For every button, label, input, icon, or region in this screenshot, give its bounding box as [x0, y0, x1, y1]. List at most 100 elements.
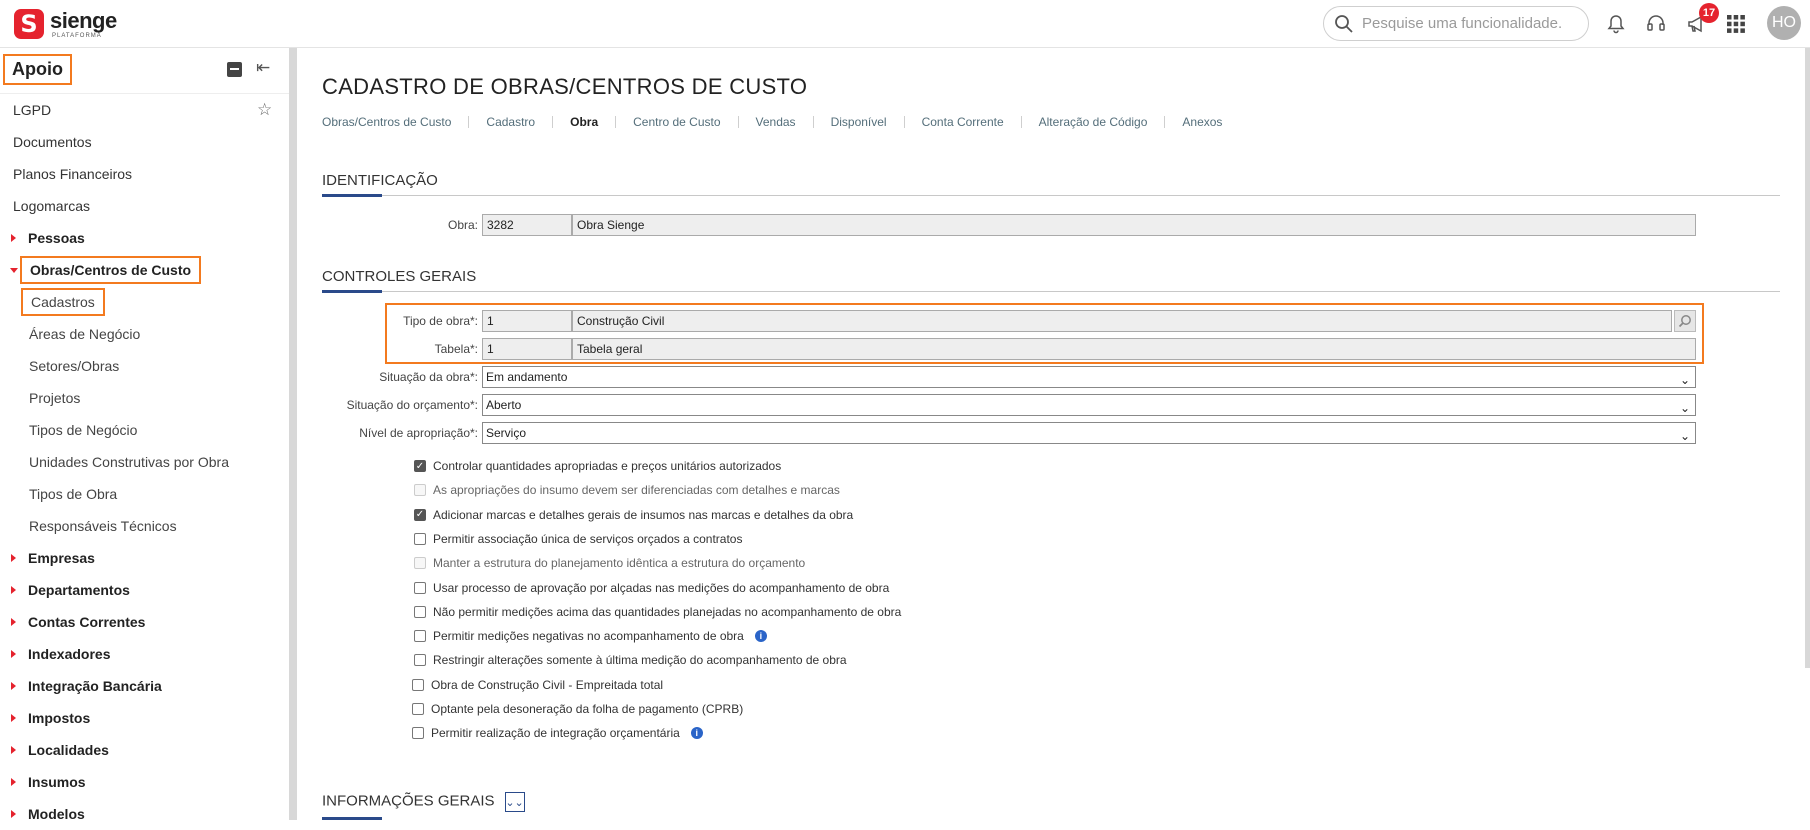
checkbox-label: Manter a estrutura do planejamento idênt…	[433, 556, 806, 571]
checkbox-row[interactable]: Obra de Construção Civil - Empreitada to…	[412, 678, 663, 692]
tab-3[interactable]: Centro de Custo	[615, 116, 737, 128]
checkbox[interactable]	[414, 532, 426, 545]
checkbox[interactable]	[414, 654, 426, 667]
sidebar-item-label: Tipos de Obra	[29, 486, 118, 502]
sidebar-item-logomarcas[interactable]: Logomarcas	[0, 190, 296, 222]
chevron-down-icon: ⌄	[1679, 429, 1690, 443]
checkbox[interactable]	[414, 581, 426, 594]
sidebar-item-planos-financeiros[interactable]: Planos Financeiros	[0, 158, 296, 190]
sidebar-item-responsaveis-tecnicos[interactable]: Responsáveis Técnicos	[0, 510, 296, 542]
nivel-apropriacao-select[interactable]: Serviço ⌄	[482, 422, 1696, 444]
checkbox-row[interactable]: Permitir medições negativas no acompanha…	[414, 629, 767, 643]
situacao-orcamento-select[interactable]: Aberto ⌄	[482, 394, 1696, 416]
tab-4[interactable]: Vendas	[737, 116, 813, 128]
sidebar-item-insumos[interactable]: Insumos	[0, 766, 296, 798]
checkbox[interactable]	[414, 605, 426, 618]
sidebar-item-projetos[interactable]: Projetos	[0, 382, 296, 414]
tab-1[interactable]: Cadastro	[468, 116, 552, 128]
sidebar-item-impostos[interactable]: Impostos	[0, 702, 296, 734]
checkbox-row[interactable]: Restringir alterações somente à última m…	[414, 653, 847, 667]
sienge-logo[interactable]: S sienge PLATAFORMA	[14, 9, 117, 39]
sidebar-item-localidades[interactable]: Localidades	[0, 734, 296, 766]
caret-right-icon	[11, 778, 16, 786]
sidebar-item-documentos[interactable]: Documentos	[0, 126, 296, 158]
tab-0[interactable]: Obras/Centros de Custo	[322, 116, 468, 128]
checkbox-label: As apropriações do insumo devem ser dife…	[433, 483, 840, 498]
sidebar-item-integracao-bancaria[interactable]: Integração Bancária	[0, 670, 296, 702]
checkbox[interactable]	[412, 703, 424, 715]
checkbox-row[interactable]: ✓ Controlar quantidades apropriadas e pre…	[414, 459, 781, 473]
sidebar-item-obras-centros-de-custo[interactable]: Obras/Centros de Custo	[0, 254, 296, 286]
expand-chevron-icon[interactable]: ⌄⌄	[504, 792, 525, 812]
checkbox-label: Permitir medições negativas no acompanha…	[433, 629, 744, 644]
checkbox-row[interactable]: Permitir associação única de serviços or…	[414, 532, 742, 546]
caret-right-icon	[11, 714, 16, 722]
section-identificacao: IDENTIFICAÇÃO	[322, 172, 1780, 197]
sidebar-item-label: Responsáveis Técnicos	[29, 518, 177, 534]
checkbox-row[interactable]: Usar processo de aprovação por alçadas n…	[414, 581, 889, 595]
info-icon[interactable]: i	[690, 727, 703, 740]
checkbox-row[interactable]: Não permitir medições acima das quantida…	[414, 605, 901, 619]
top-bar: S sienge PLATAFORMA 17 HO	[0, 0, 1810, 48]
search-input[interactable]	[1362, 15, 1582, 32]
sidebar-item-contas-correntes[interactable]: Contas Correntes	[0, 606, 296, 638]
sidebar-item-areas-de-negocio[interactable]: Áreas de Negócio	[0, 318, 296, 350]
sidebar-item-tipos-de-obra[interactable]: Tipos de Obra	[0, 478, 296, 510]
sidebar-item-tipos-de-negocio[interactable]: Tipos de Negócio	[0, 414, 296, 446]
checkbox	[414, 557, 426, 570]
collapse-all-icon[interactable]	[227, 62, 242, 77]
sidebar-item-unidades-construtivas-por-obra[interactable]: Unidades Construtivas por Obra	[0, 446, 296, 478]
situacao-orcamento-value: Aberto	[486, 398, 522, 412]
sidebar-item-pessoas[interactable]: Pessoas	[0, 222, 296, 254]
checkbox[interactable]	[414, 630, 426, 643]
situacao-obra-row: Situação da obra*: Em andamento ⌄	[322, 366, 1696, 388]
headset-icon[interactable]	[1643, 11, 1669, 37]
situacao-obra-select[interactable]: Em andamento ⌄	[482, 366, 1696, 388]
sidebar-item-cadastros[interactable]: Cadastros	[0, 286, 296, 318]
checkbox-label: Usar processo de aprovação por alçadas n…	[433, 580, 890, 595]
tab-2[interactable]: Obra	[552, 116, 615, 128]
sidebar-scrollbar[interactable]	[289, 48, 297, 820]
logo-name: sienge	[50, 7, 117, 33]
sidebar-item-indexadores[interactable]: Indexadores	[0, 638, 296, 670]
checkbox[interactable]	[412, 727, 424, 740]
sidebar-item-label: Impostos	[28, 710, 91, 726]
checkbox-label: Adicionar marcas e detalhes gerais de in…	[433, 507, 854, 522]
favorite-star-icon[interactable]: ☆	[257, 100, 272, 120]
bell-icon[interactable]	[1603, 11, 1629, 37]
hide-sidebar-icon[interactable]: ⇤	[256, 58, 270, 78]
user-avatar[interactable]: HO	[1767, 6, 1801, 40]
tab-8[interactable]: Anexos	[1164, 116, 1239, 128]
sidebar-item-label: Setores/Obras	[29, 358, 120, 374]
tab-6[interactable]: Conta Corrente	[903, 116, 1021, 128]
checkbox[interactable]	[412, 678, 424, 691]
sidebar-item-modelos[interactable]: Modelos	[0, 798, 296, 830]
sidebar-item-lgpd[interactable]: LGPD ☆	[0, 94, 296, 126]
main-scrollbar[interactable]	[1805, 48, 1810, 668]
sidebar-title: Apoio	[3, 54, 72, 85]
apps-grid-icon[interactable]	[1723, 11, 1749, 37]
checkbox[interactable]: ✓	[414, 460, 426, 472]
tab-7[interactable]: Alteração de Código	[1020, 116, 1165, 128]
sidebar-item-setores-obras[interactable]: Setores/Obras	[0, 350, 296, 382]
megaphone-icon[interactable]: 17	[1683, 3, 1719, 37]
checkbox-row[interactable]: Permitir realização de integração orçame…	[412, 726, 703, 740]
sidebar-item-label: Documentos	[13, 134, 92, 150]
tab-5[interactable]: Disponível	[812, 116, 904, 128]
sidebar-item-label: Cadastros	[21, 288, 105, 316]
info-icon[interactable]: i	[754, 630, 767, 643]
sidebar-item-label: Planos Financeiros	[13, 166, 133, 182]
sidebar-item-departamentos[interactable]: Departamentos	[0, 574, 296, 606]
caret-right-icon	[11, 746, 16, 754]
checkbox-row: Manter a estrutura do planejamento idênt…	[414, 556, 805, 570]
search-box[interactable]	[1323, 6, 1589, 41]
sidebar-menu: LGPD ☆ Documentos Planos Financeiros Logomar…	[0, 94, 296, 830]
sidebar-item-empresas[interactable]: Empresas	[0, 542, 296, 574]
checkbox-row[interactable]: ✓ Adicionar marcas e detalhes gerais de i…	[414, 508, 853, 522]
sidebar-item-label: Pessoas	[28, 230, 85, 246]
checkbox[interactable]: ✓	[414, 508, 426, 521]
sidebar-item-label: Projetos	[29, 390, 81, 406]
section-informacoes-gerais: INFORMAÇÕES GERAIS ⌄⌄	[322, 792, 1780, 820]
nivel-apropriacao-label: Nível de apropriação*:	[359, 426, 478, 440]
checkbox-row[interactable]: Optante pela desoneração da folha de pag…	[412, 702, 743, 716]
